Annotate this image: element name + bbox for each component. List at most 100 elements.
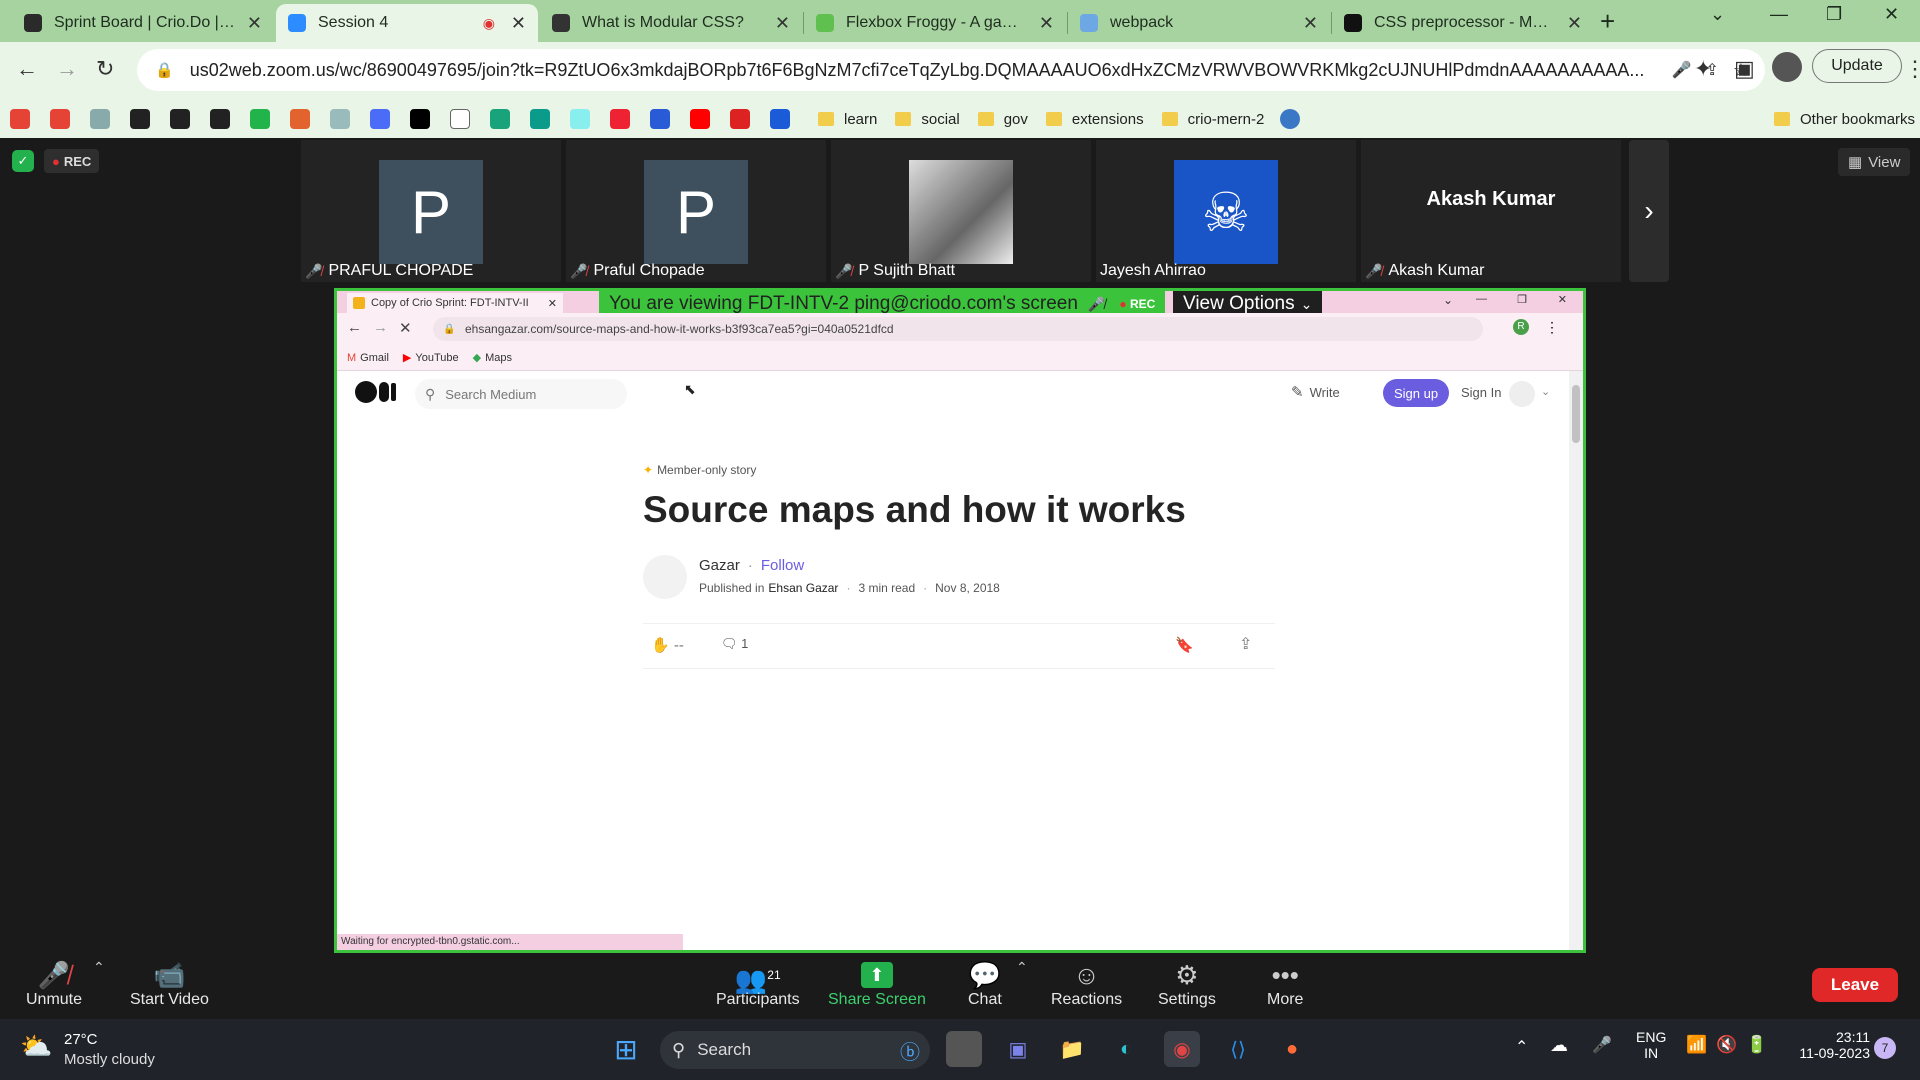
close-icon[interactable]: ✕: [1039, 13, 1054, 34]
notification-badge[interactable]: 7: [1874, 1037, 1896, 1059]
bookmark-icon[interactable]: [570, 109, 590, 129]
youtube-icon[interactable]: [690, 109, 710, 129]
vimeo-icon[interactable]: [410, 109, 430, 129]
microphone-icon[interactable]: 🎤: [1592, 1035, 1612, 1055]
bookmark-icon[interactable]: [530, 109, 550, 129]
settings-button[interactable]: ⚙ Settings: [1158, 959, 1216, 1009]
bookmark-icon[interactable]: [450, 109, 470, 129]
write-button[interactable]: ✎ Write: [1291, 383, 1340, 401]
file-explorer-icon[interactable]: 📁: [1054, 1031, 1090, 1067]
maximize-icon[interactable]: ❐: [1517, 293, 1527, 306]
profile-avatar[interactable]: [1772, 52, 1802, 82]
browser-tab[interactable]: webpack ✕: [1068, 4, 1330, 42]
participant-tile[interactable]: Akash Kumar 🎤̸ Akash Kumar: [1361, 140, 1621, 282]
start-video-button[interactable]: 📹 Start Video: [130, 959, 209, 1009]
minimize-icon[interactable]: —: [1770, 4, 1788, 25]
volume-muted-icon[interactable]: 🔇: [1716, 1035, 1737, 1055]
share-screen-button[interactable]: ⬆ Share Screen: [828, 959, 926, 1009]
chevron-up-icon[interactable]: ⌃: [1515, 1037, 1528, 1057]
task-view-icon[interactable]: [946, 1031, 982, 1067]
bookmark-icon[interactable]: [90, 109, 110, 129]
medium-logo[interactable]: [355, 381, 396, 403]
stop-icon[interactable]: ✕: [399, 319, 412, 337]
next-page-button[interactable]: ›: [1629, 140, 1669, 282]
clap-button[interactable]: ✋ --: [651, 636, 684, 654]
microphone-icon[interactable]: 🎤: [1672, 60, 1692, 80]
follow-link[interactable]: Follow: [761, 557, 804, 574]
close-icon[interactable]: ✕: [511, 13, 526, 34]
forward-icon[interactable]: →: [373, 319, 388, 336]
avatar[interactable]: [1509, 381, 1535, 407]
bookmark-icon[interactable]: [610, 109, 630, 129]
close-icon[interactable]: ✕: [1567, 13, 1582, 34]
openai-icon[interactable]: [490, 109, 510, 129]
participant-tile[interactable]: P 🎤̸ Praful Chopade: [566, 140, 826, 282]
chat-button[interactable]: 💬 Chat: [968, 959, 1002, 1009]
publication-link[interactable]: Ehsan Gazar: [768, 581, 838, 595]
address-bar[interactable]: 🔒 us02web.zoom.us/wc/86900497695/join?tk…: [137, 49, 1765, 91]
chrome-icon[interactable]: ◉: [1164, 1031, 1200, 1067]
gmail-icon[interactable]: [10, 109, 30, 129]
weather-icon[interactable]: ⛅: [20, 1031, 52, 1062]
gitlab-icon[interactable]: [290, 109, 310, 129]
forward-icon[interactable]: →: [56, 56, 78, 82]
search-input[interactable]: ⚲ Search Medium: [415, 379, 627, 409]
bookmark-folder-crio-mern-2[interactable]: crio-mern-2: [1161, 111, 1264, 128]
shared-address-bar[interactable]: 🔒 ehsangazar.com/source-maps-and-how-it-…: [433, 317, 1483, 341]
gmail-icon[interactable]: [50, 109, 70, 129]
chevron-down-icon[interactable]: ⌄: [1541, 385, 1550, 398]
scrollbar-thumb[interactable]: [1572, 385, 1580, 443]
view-button[interactable]: ▦ View: [1838, 148, 1911, 176]
clock[interactable]: 23:11 11-09-2023: [1790, 1029, 1870, 1061]
scrollbar[interactable]: [1569, 371, 1583, 950]
github-icon[interactable]: [130, 109, 150, 129]
close-icon[interactable]: ✕: [775, 13, 790, 34]
participant-tile[interactable]: P 🎤̸ PRAFUL CHOPADE: [301, 140, 561, 282]
author-avatar[interactable]: [643, 555, 687, 599]
back-icon[interactable]: ←: [16, 56, 38, 82]
menu-icon[interactable]: ⋮: [1545, 319, 1559, 336]
bookmark-icon[interactable]: [770, 109, 790, 129]
close-window-icon[interactable]: ✕: [1558, 293, 1567, 306]
bookmark-icon[interactable]: [650, 109, 670, 129]
browser-tab[interactable]: Flexbox Froggy - A game fo ✕: [804, 4, 1066, 42]
bookmark-icon[interactable]: [730, 109, 750, 129]
language-indicator[interactable]: ENG IN: [1636, 1029, 1666, 1061]
signup-button[interactable]: Sign up: [1383, 379, 1449, 407]
bookmark-icon[interactable]: [330, 109, 350, 129]
temperature[interactable]: 27°C: [64, 1031, 98, 1048]
shared-tab[interactable]: Copy of Crio Sprint: FDT-INTV-II ✕: [347, 293, 563, 313]
cloud-icon[interactable]: ☁: [1550, 1035, 1568, 1056]
author-name[interactable]: Gazar: [699, 557, 740, 574]
participants-button[interactable]: 👥21 Participants: [716, 959, 800, 1009]
postman-icon[interactable]: ●: [1274, 1031, 1310, 1067]
close-icon[interactable]: ✕: [247, 13, 262, 34]
weather-text[interactable]: Mostly cloudy: [64, 1051, 155, 1068]
extensions-icon[interactable]: ✦: [1694, 56, 1712, 82]
chevron-down-icon[interactable]: ⌄: [1443, 293, 1453, 307]
bookmark-maps[interactable]: Maps: [485, 352, 512, 364]
edge-icon[interactable]: ◐: [1108, 1031, 1144, 1067]
close-window-icon[interactable]: ✕: [1884, 4, 1899, 25]
recording-badge[interactable]: ● REC: [44, 149, 100, 173]
menu-icon[interactable]: ⋮: [1904, 56, 1920, 82]
bookmark-folder-extensions[interactable]: extensions: [1045, 111, 1144, 128]
url-text[interactable]: us02web.zoom.us/wc/86900497695/join?tk=R…: [190, 60, 1658, 81]
crio-icon[interactable]: [210, 109, 230, 129]
browser-tab[interactable]: What is Modular CSS? ✕: [540, 4, 802, 42]
reload-icon[interactable]: ↻: [96, 56, 114, 82]
battery-icon[interactable]: 🔋: [1746, 1035, 1767, 1055]
bookmark-icon[interactable]: 🔖: [1175, 636, 1194, 654]
side-panel-icon[interactable]: ▣: [1734, 56, 1755, 82]
maximize-icon[interactable]: ❐: [1826, 4, 1842, 25]
bookmark-icon[interactable]: [370, 109, 390, 129]
comment-button[interactable]: 🗨 1: [721, 636, 748, 652]
reactions-button[interactable]: ☺ Reactions: [1051, 959, 1122, 1009]
update-button[interactable]: Update: [1812, 49, 1902, 83]
bookmark-folder-learn[interactable]: learn: [818, 111, 877, 128]
close-icon[interactable]: ✕: [1303, 13, 1318, 34]
profile-avatar[interactable]: R: [1513, 319, 1529, 335]
signin-link[interactable]: Sign In: [1461, 385, 1501, 400]
more-button[interactable]: ••• More: [1267, 959, 1303, 1009]
browser-tab-active[interactable]: Session 4 ◉ ✕: [276, 4, 538, 42]
